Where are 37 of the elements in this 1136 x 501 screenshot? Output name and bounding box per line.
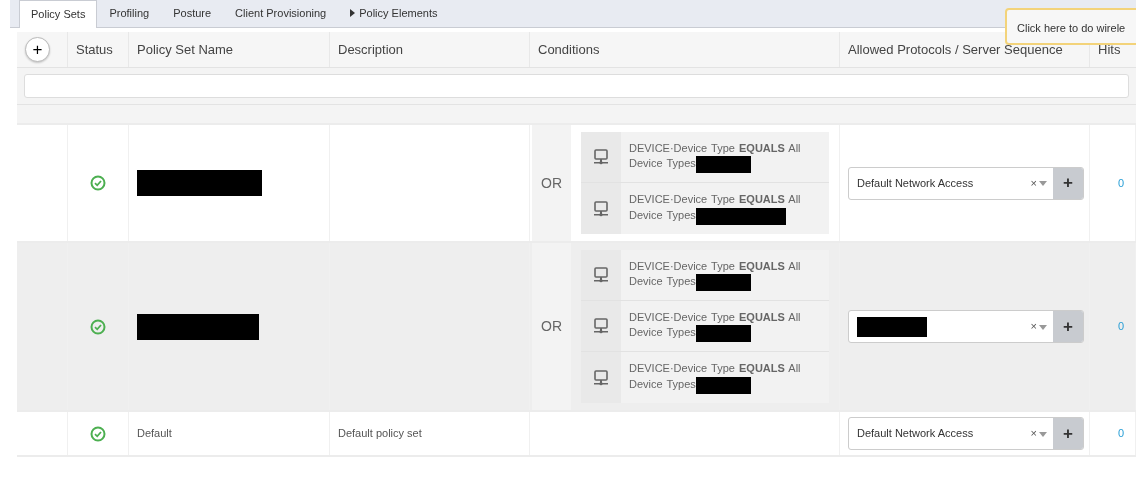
column-header: Conditions [538,40,600,59]
tab[interactable]: Policy Elements [338,0,450,27]
protocol-select[interactable]: Default Network Access × + [848,166,1084,200]
operator-label: OR [532,243,571,410]
add-button[interactable]: + [1053,167,1083,199]
tab[interactable]: Posture [161,0,224,27]
monitor-icon [593,267,609,283]
tooltip: Click here to do wirele [1005,8,1136,45]
add-button[interactable]: + [25,37,50,62]
protocol-value: Default Network Access [857,175,974,191]
clear-icon[interactable]: × [1030,318,1037,335]
condition-text: DEVICE·Device Type EQUALS All Device Types [621,134,829,180]
tab[interactable]: Policy Sets [19,0,98,28]
filter-field[interactable] [24,74,1129,98]
protocol-value: Default Network Access [857,426,974,442]
monitor-icon [593,149,609,165]
add-button[interactable]: + [1053,418,1083,449]
monitor-icon [593,200,609,217]
clear-icon[interactable]: × [1030,425,1037,442]
policy-set-name: Default [137,426,172,442]
condition-text: DEVICE·Device Type EQUALS All Device Types [621,303,829,349]
monitor-icon [593,369,609,386]
column-header: Policy Set Name [137,40,234,59]
tab[interactable]: Profiling [97,0,162,27]
add-button[interactable]: + [1053,311,1083,342]
clear-icon[interactable]: × [1030,174,1037,192]
operator-label: OR [532,125,571,241]
protocol-select[interactable]: Default Network Access × + [848,417,1084,450]
column-header: Description [338,40,404,59]
condition-text: DEVICE·Device Type EQUALS All Device Types [621,252,829,298]
column-header: Status [76,40,113,59]
condition-text: DEVICE·Device Type EQUALS All Device Types [621,186,829,231]
monitor-icon [593,318,609,334]
policy-description: Default policy set [338,426,422,442]
protocol-select[interactable]: × + [848,310,1084,343]
condition-text: DEVICE·Device Type EQUALS All Device Types [621,355,829,400]
tab[interactable]: Client Provisioning [223,0,339,27]
